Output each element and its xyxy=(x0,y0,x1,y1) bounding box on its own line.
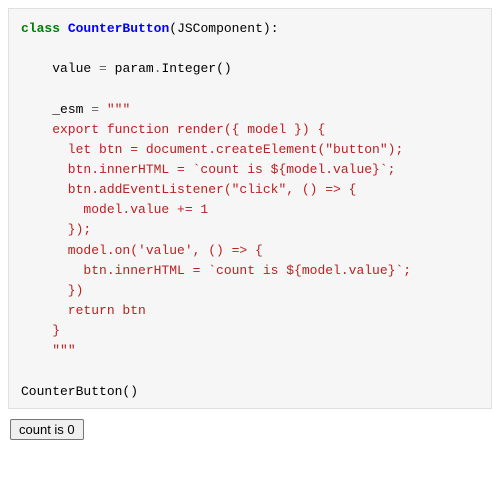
count-button[interactable]: count is 0 xyxy=(10,419,84,440)
esm-close-quote: """ xyxy=(52,343,75,358)
js-line: btn.innerHTML = `count is ${model.value}… xyxy=(21,162,395,177)
js-line: let btn = document.createElement("button… xyxy=(21,142,403,157)
attr-value: value xyxy=(52,61,91,76)
keyword-class: class xyxy=(21,21,60,36)
attr-esm: _esm xyxy=(52,102,83,117)
js-line: btn.addEventListener("click", () => { xyxy=(21,182,356,197)
code-cell: class CounterButton(JSComponent): value … xyxy=(8,8,492,409)
class-name: CounterButton xyxy=(68,21,169,36)
esm-open-quote: """ xyxy=(107,102,130,117)
js-line: }) xyxy=(21,283,83,298)
js-line xyxy=(21,343,52,358)
js-line: btn.innerHTML = `count is ${model.value}… xyxy=(21,263,411,278)
js-line: export function render({ model }) { xyxy=(21,122,325,137)
base-class: JSComponent xyxy=(177,21,263,36)
js-line: model.value += 1 xyxy=(21,202,208,217)
js-line: return btn xyxy=(21,303,146,318)
js-line: } xyxy=(21,323,60,338)
counterbutton-call: CounterButton() xyxy=(21,384,138,399)
js-line: model.on('value', () => { xyxy=(21,243,263,258)
js-line: }); xyxy=(21,222,91,237)
